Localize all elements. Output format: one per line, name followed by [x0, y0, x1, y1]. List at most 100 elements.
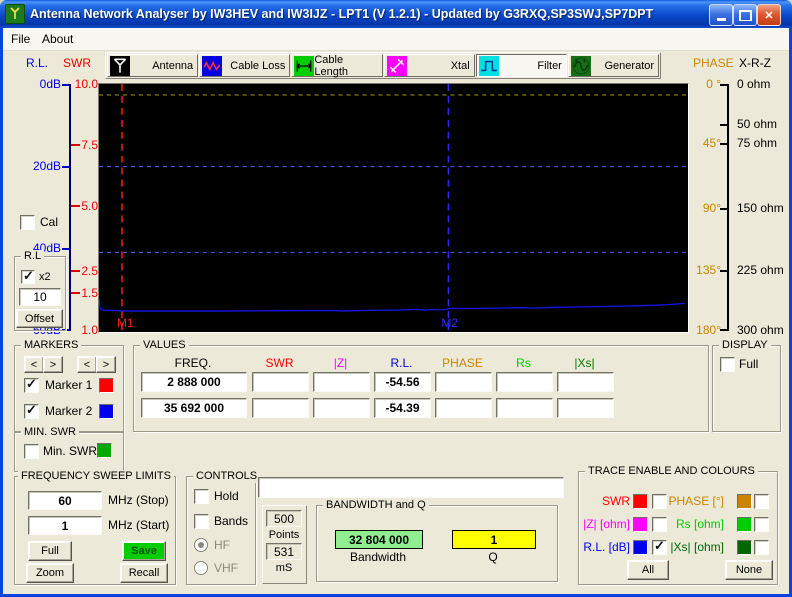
trace-phase-swatch[interactable] — [737, 494, 752, 509]
menu-about[interactable]: About — [38, 32, 77, 46]
plot-area[interactable]: M1 M2 — [98, 83, 689, 333]
swr-tick-label: 7.5 — [72, 139, 98, 152]
controls-group-title: CONTROLS — [193, 470, 260, 483]
marker1-phase-field — [435, 372, 492, 392]
rl-offset-group-title: R.L — [21, 250, 44, 263]
marker1-color-swatch[interactable] — [99, 378, 114, 393]
phase-axis-header: PHASE — [693, 57, 731, 70]
marker1-z-field — [313, 372, 370, 392]
trace-phase-checkbox[interactable] — [754, 494, 769, 509]
swr-tick-label: 1.5 — [72, 287, 98, 300]
q-label: Q — [452, 551, 534, 564]
bandwidth-q-group-title: BANDWIDTH and Q — [323, 499, 429, 512]
menu-file[interactable]: File — [7, 32, 34, 46]
trace-xs-swatch[interactable] — [737, 540, 752, 555]
q-value: 1 — [452, 530, 536, 549]
trace-all-button[interactable]: All — [627, 560, 669, 580]
antenna-button-label: Antenna — [152, 60, 193, 72]
command-input[interactable] — [258, 477, 564, 498]
marker2-swr-field — [252, 398, 309, 418]
marker2-freq-field[interactable]: 35 692 000 — [141, 398, 247, 418]
db-tick — [62, 84, 69, 86]
generator-icon — [571, 56, 591, 76]
antenna-icon — [110, 56, 130, 76]
trace-rl-swatch[interactable] — [633, 540, 648, 555]
offset-button[interactable]: Offset — [16, 309, 63, 328]
values-header-xs: |Xs| — [557, 357, 612, 370]
sweep-save-button[interactable]: Save — [122, 541, 166, 561]
trace-z-swatch[interactable] — [633, 517, 648, 532]
cable-loss-button[interactable]: Cable Loss — [199, 54, 290, 77]
rl-axis-header: R.L. — [26, 57, 48, 70]
min-swr-color-swatch[interactable] — [97, 443, 112, 458]
start-freq-input[interactable]: 1 — [28, 516, 102, 535]
hold-label: Hold — [214, 490, 239, 503]
trace-none-button[interactable]: None — [725, 560, 773, 580]
rl-trace — [99, 298, 685, 311]
marker2-next-button[interactable]: > — [96, 356, 116, 373]
marker2-prev-button[interactable]: < — [77, 356, 97, 373]
values-header-rs: Rs — [496, 357, 551, 370]
marker1-label: Marker 1 — [45, 379, 92, 392]
start-freq-label: MHz (Start) — [108, 519, 169, 532]
generator-button[interactable]: Generator — [568, 54, 659, 77]
app-icon[interactable] — [5, 4, 25, 24]
hf-label: HF — [214, 539, 230, 552]
min-swr-checkbox[interactable] — [24, 444, 39, 459]
ohm-tick — [720, 329, 729, 331]
display-group-title: DISPLAY — [719, 339, 771, 352]
maximize-button[interactable] — [733, 4, 757, 26]
ohm-tick-label: 225 ohm — [737, 264, 784, 277]
trace-group-title: TRACE ENABLE AND COLOURS — [585, 465, 758, 478]
display-full-checkbox[interactable] — [720, 357, 735, 372]
antenna-button[interactable]: Antenna — [107, 54, 198, 77]
ohm-tick-label: 150 ohm — [737, 202, 784, 215]
filter-button[interactable]: Filter — [476, 54, 567, 77]
stop-freq-input[interactable]: 60 — [28, 491, 102, 510]
hold-checkbox[interactable] — [194, 489, 209, 504]
title-bar: Antenna Network Analyser by IW3HEV and I… — [0, 0, 792, 28]
sweep-recall-button[interactable]: Recall — [120, 563, 168, 583]
xtal-button[interactable]: Xtal — [384, 54, 475, 77]
marker1-checkbox[interactable] — [24, 378, 39, 393]
marker2-checkbox[interactable] — [24, 404, 39, 419]
marker1-freq-field[interactable]: 2 888 000 — [141, 372, 247, 392]
hf-radio[interactable] — [194, 538, 208, 552]
sweep-zoom-button[interactable]: Zoom — [26, 563, 74, 583]
trace-rs-swatch[interactable] — [737, 517, 752, 532]
marker1-swr-field — [252, 372, 309, 392]
marker2-color-swatch[interactable] — [99, 404, 114, 419]
xtal-icon — [387, 56, 407, 76]
close-button[interactable]: ✕ — [757, 4, 781, 26]
x2-checkbox[interactable] — [21, 270, 35, 284]
cable-length-button[interactable]: Cable Length — [291, 54, 382, 77]
values-header-z: |Z| — [313, 357, 368, 370]
bandwidth-label: Bandwidth — [335, 551, 421, 564]
ohm-tick-label: 50 ohm — [737, 118, 777, 131]
trace-rs-checkbox[interactable] — [754, 517, 769, 532]
vhf-radio[interactable] — [194, 561, 208, 575]
marker1-next-button[interactable]: > — [43, 356, 63, 373]
trace-swr-swatch[interactable] — [633, 494, 648, 509]
ohm-tick-label: 300 ohm — [737, 324, 784, 337]
bandwidth-value: 32 804 000 — [335, 530, 423, 549]
xtal-button-label: Xtal — [451, 60, 470, 72]
marker1-rl-field: -54.56 — [374, 372, 431, 392]
points-label: Points — [264, 529, 304, 542]
rl-offset-input[interactable]: 10 — [19, 288, 61, 306]
minimize-button[interactable] — [709, 4, 733, 26]
cal-checkbox[interactable] — [20, 215, 35, 230]
trace-rl-label: R.L. [dB] — [578, 541, 630, 554]
ohm-tick-label: 75 ohm — [737, 137, 777, 150]
sweep-full-button[interactable]: Full — [28, 541, 72, 561]
toolbar: Antenna Cable Loss Cable Length Xtal Fil… — [105, 52, 661, 79]
vhf-label: VHF — [214, 562, 238, 575]
marker2-phase-field — [435, 398, 492, 418]
min-swr-label: Min. SWR — [43, 445, 97, 458]
phase-tick-label: 45° — [693, 137, 721, 150]
bands-checkbox[interactable] — [194, 514, 209, 529]
marker2-xs-field — [557, 398, 614, 418]
trace-xs-checkbox[interactable] — [754, 540, 769, 555]
marker1-prev-button[interactable]: < — [24, 356, 44, 373]
values-header-phase: PHASE — [435, 357, 490, 370]
